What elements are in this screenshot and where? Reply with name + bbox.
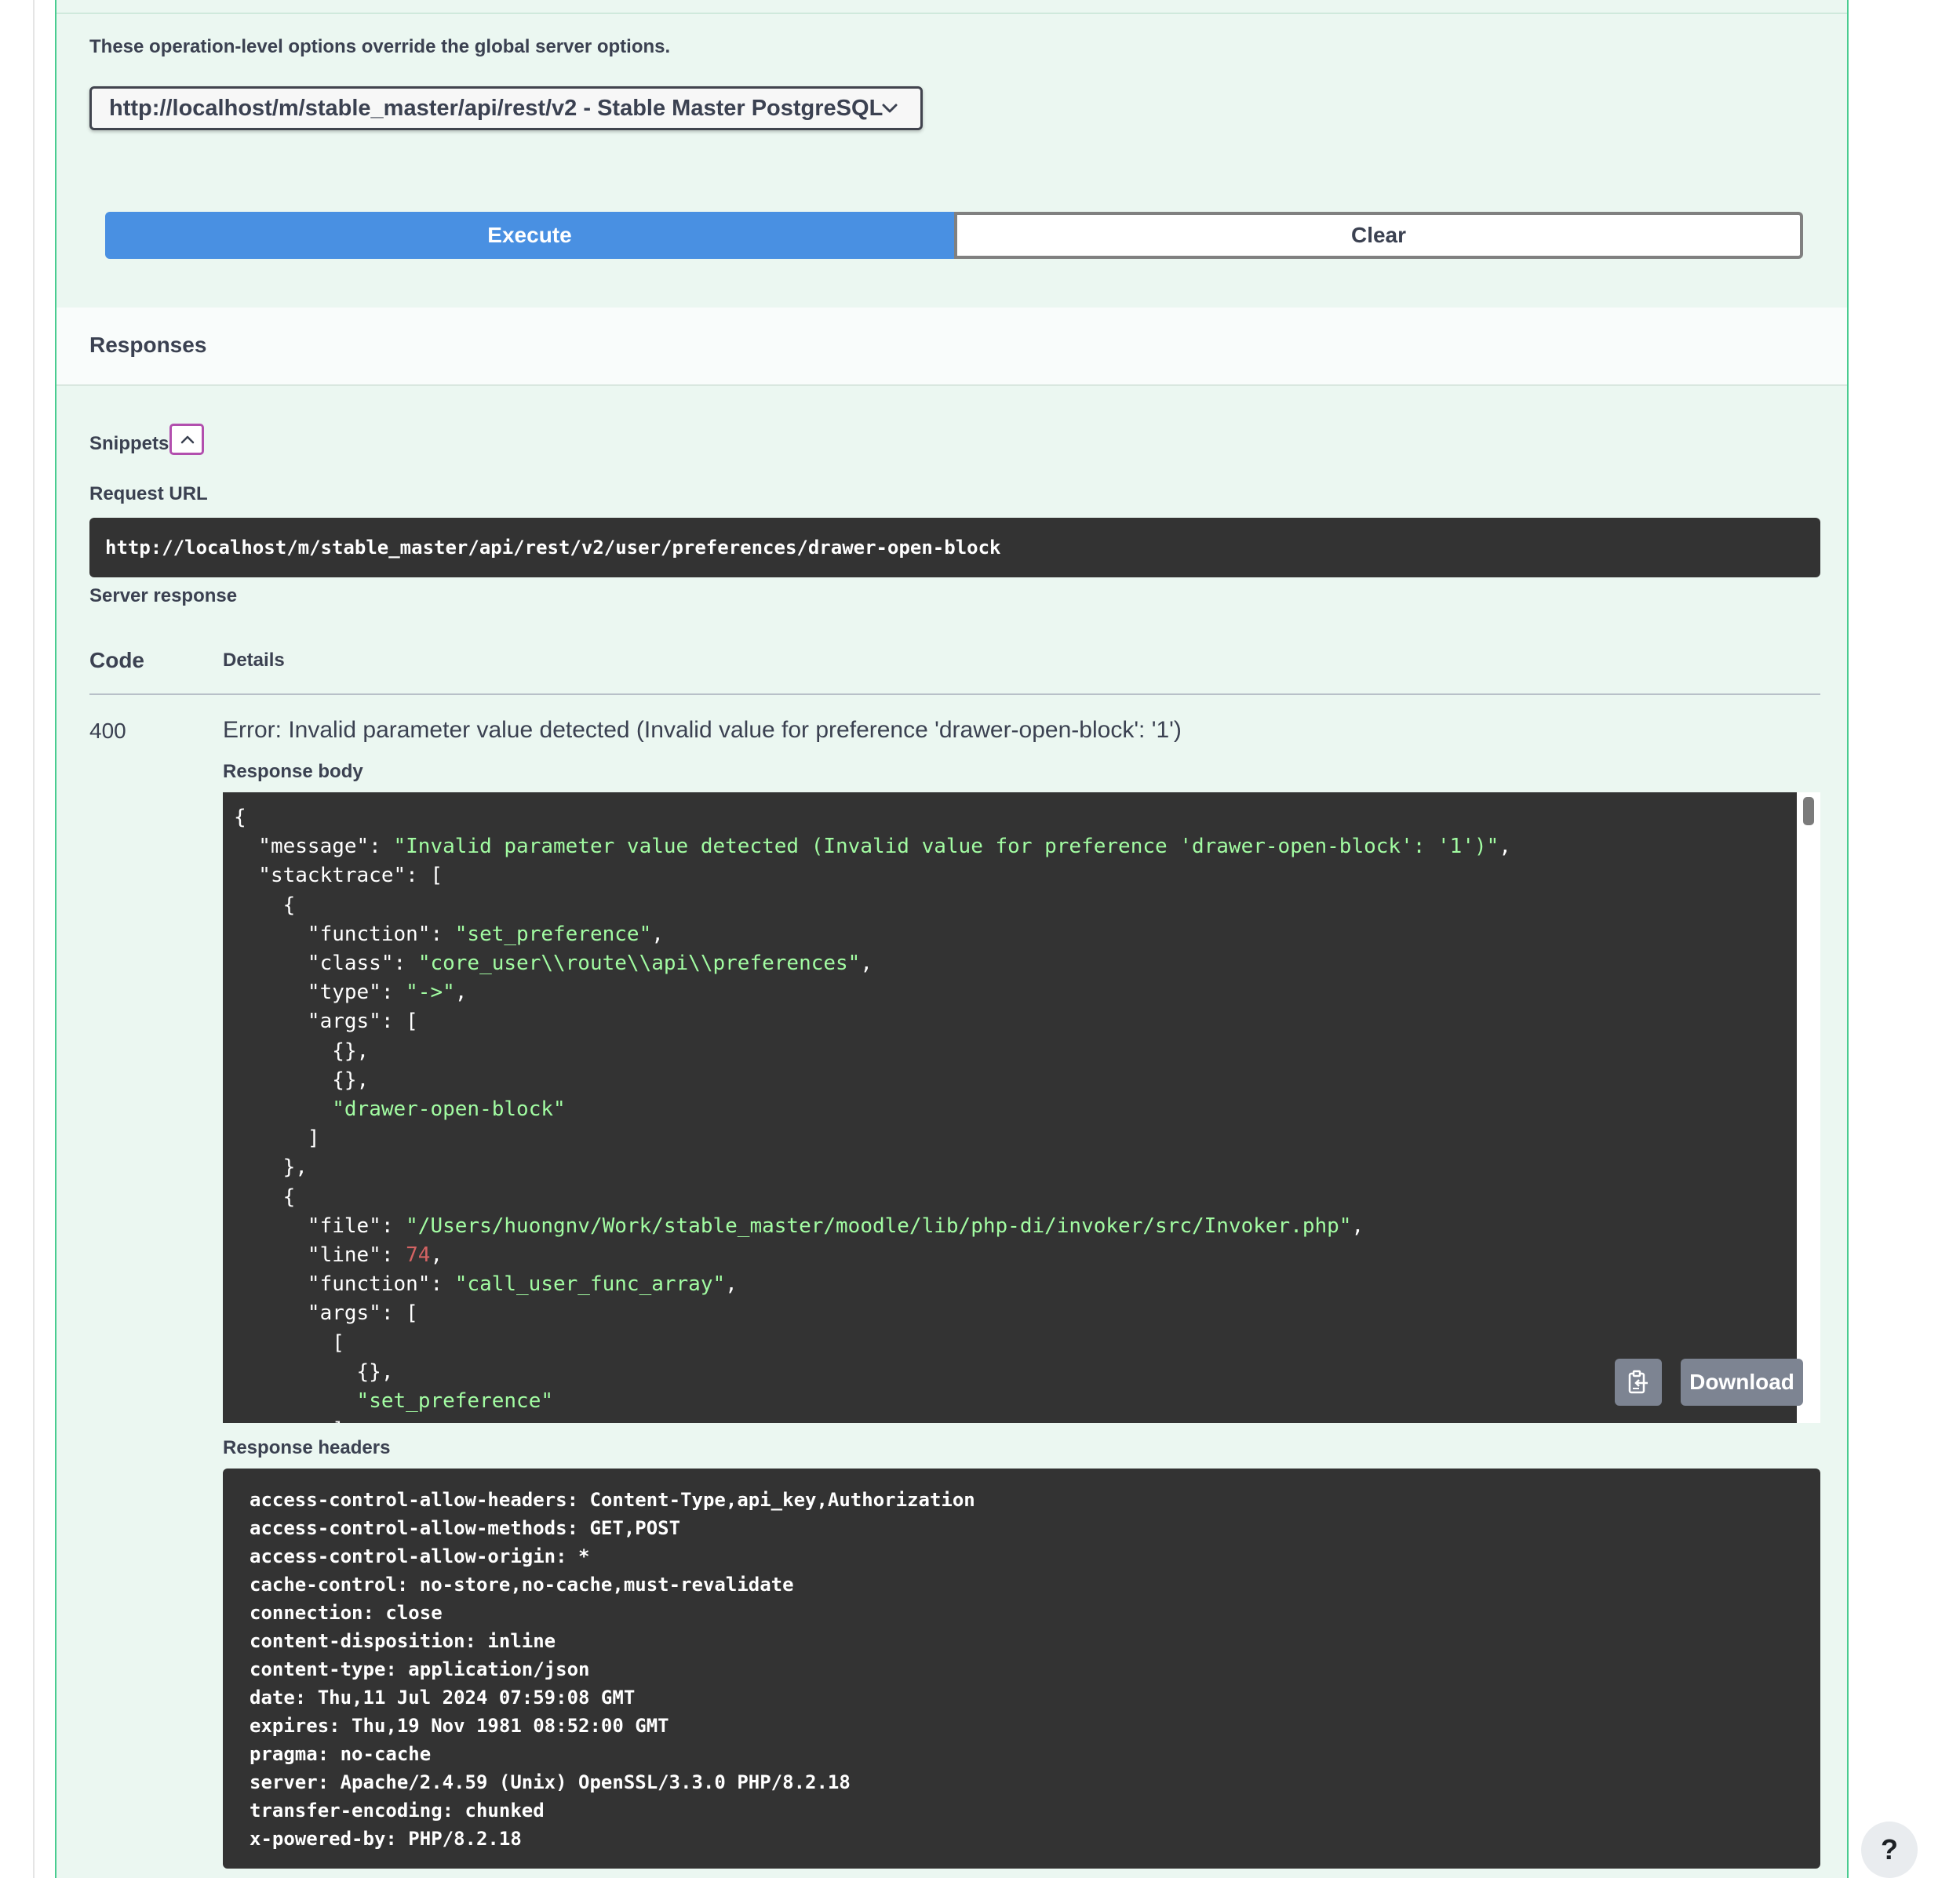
response-header-line: connection: close xyxy=(250,1602,443,1624)
json-token: "type": xyxy=(234,981,406,1005)
json-token: "/Users/huongnv/Work/stable_master/moodl… xyxy=(406,1214,1352,1238)
response-body[interactable]: { "message": "Invalid parameter value de… xyxy=(223,792,1820,1423)
json-token: "->" xyxy=(406,981,455,1005)
json-token: ] xyxy=(234,1126,320,1151)
response-header-line: expires: Thu,19 Nov 1981 08:52:00 GMT xyxy=(250,1715,669,1737)
json-token: , xyxy=(454,981,468,1005)
json-token: "stacktrace": [ xyxy=(234,864,443,888)
response-headers: access-control-allow-headers: Content-Ty… xyxy=(223,1469,1820,1869)
request-url: http://localhost/m/stable_master/api/res… xyxy=(89,518,1820,577)
clipboard-icon xyxy=(1628,1370,1648,1394)
details-column-header: Details xyxy=(223,650,285,671)
response-body-code: { "message": "Invalid parameter value de… xyxy=(234,803,1511,1423)
json-token: {}, xyxy=(234,1039,370,1063)
json-token: }, xyxy=(234,1156,308,1180)
json-token: "core_user\\route\\api\\preferences" xyxy=(417,952,861,976)
json-token: "args": [ xyxy=(234,1010,418,1034)
response-header-line: server: Apache/2.4.59 (Unix) OpenSSL/3.3… xyxy=(250,1771,851,1793)
response-header-line: content-disposition: inline xyxy=(250,1630,556,1652)
json-token: "set_preference" xyxy=(454,922,652,946)
server-select-value: http://localhost/m/stable_master/api/res… xyxy=(109,95,883,121)
execute-wrapper: Execute Clear xyxy=(105,212,1803,259)
json-token: "class": xyxy=(234,952,418,976)
response-body-label: Response body xyxy=(223,761,363,782)
response-header-line: date: Thu,11 Jul 2024 07:59:08 GMT xyxy=(250,1687,636,1709)
json-token: {}, xyxy=(234,1359,394,1384)
response-header-line: pragma: no-cache xyxy=(250,1743,432,1765)
json-token: , xyxy=(1499,835,1511,859)
copy-to-clipboard-button[interactable] xyxy=(1615,1359,1662,1406)
response-header-line: access-control-allow-headers: Content-Ty… xyxy=(250,1489,975,1511)
json-token: "file": xyxy=(234,1214,406,1238)
response-header-line: access-control-allow-methods: GET,POST xyxy=(250,1517,681,1539)
response-headers-label: Response headers xyxy=(223,1437,391,1458)
json-token: "line": xyxy=(234,1243,406,1268)
status-message: Error: Invalid parameter value detected … xyxy=(223,717,1182,743)
request-url-label: Request URL xyxy=(89,483,208,504)
json-token: { xyxy=(234,893,296,917)
json-token: , xyxy=(860,952,873,976)
chevron-down-icon xyxy=(882,104,898,113)
json-token: "Invalid parameter value detected (Inval… xyxy=(393,835,1499,859)
json-token: , xyxy=(430,1243,443,1268)
json-token: [ xyxy=(234,1330,344,1355)
json-token: 74 xyxy=(406,1243,431,1268)
response-header-line: access-control-allow-origin: * xyxy=(250,1545,590,1567)
json-token: , xyxy=(1351,1214,1364,1238)
download-button[interactable]: Download xyxy=(1681,1359,1803,1406)
response-header-line: content-type: application/json xyxy=(250,1658,590,1680)
response-body-scrollbar[interactable] xyxy=(1797,792,1820,1423)
json-token: "call_user_func_array" xyxy=(454,1272,726,1297)
responses-title: Responses xyxy=(89,333,207,357)
status-code: 400 xyxy=(89,719,126,743)
json-token: {}, xyxy=(234,1068,370,1092)
json-token: , xyxy=(651,922,664,946)
server-select[interactable]: http://localhost/m/stable_master/api/res… xyxy=(89,86,923,130)
response-header-line: transfer-encoding: chunked xyxy=(250,1800,545,1822)
clear-button[interactable]: Clear xyxy=(954,212,1803,259)
code-column-header: Code xyxy=(89,648,144,672)
response-headers-code: access-control-allow-headers: Content-Ty… xyxy=(250,1486,975,1853)
table-header-divider xyxy=(89,693,1820,695)
page-left-rule xyxy=(33,0,35,1878)
server-response-label: Server response xyxy=(89,585,238,606)
json-token: "function": xyxy=(234,1272,455,1297)
json-token: { xyxy=(234,1185,296,1209)
responses-header: Responses xyxy=(56,308,1847,386)
json-token: , xyxy=(725,1272,738,1297)
section-divider xyxy=(56,13,1847,14)
help-button[interactable]: ? xyxy=(1861,1822,1918,1878)
response-header-line: x-powered-by: PHP/8.2.18 xyxy=(250,1828,522,1850)
operation-block: These operation-level options override t… xyxy=(55,0,1849,1878)
execute-button[interactable]: Execute xyxy=(105,212,954,259)
scrollbar-thumb[interactable] xyxy=(1803,797,1814,825)
json-token: ], xyxy=(234,1418,356,1423)
json-token: "drawer-open-block" xyxy=(332,1097,566,1122)
response-header-line: cache-control: no-store,no-cache,must-re… xyxy=(250,1574,794,1596)
json-token: "args": [ xyxy=(234,1301,418,1326)
json-token: { xyxy=(234,806,246,829)
chevron-up-icon xyxy=(180,435,195,444)
json-token: "message": xyxy=(234,835,394,859)
json-token: "set_preference" xyxy=(356,1389,553,1414)
servers-note: These operation-level options override t… xyxy=(89,36,671,57)
snippets-toggle-button[interactable] xyxy=(169,424,204,455)
snippets-label: Snippets xyxy=(89,433,169,454)
json-token: "function": xyxy=(234,922,455,946)
